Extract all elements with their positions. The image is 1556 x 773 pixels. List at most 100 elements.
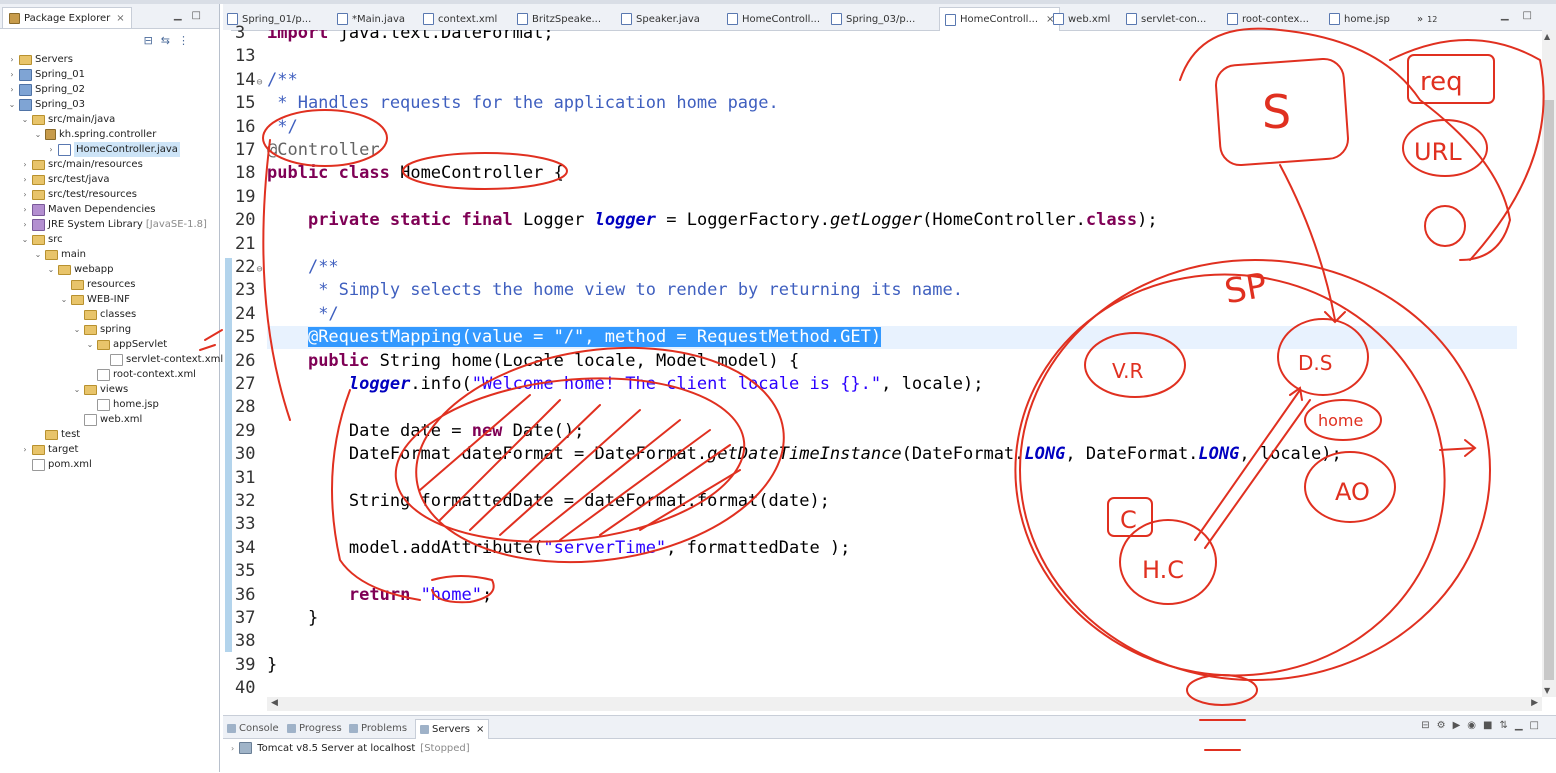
tree-item[interactable]: › JRE System Library [JavaSE-1.8] xyxy=(21,217,207,232)
tree-item[interactable]: ⌄ main xyxy=(34,247,86,262)
editor-tab[interactable]: servlet-con... xyxy=(1126,8,1206,30)
bottom-tab-problems[interactable]: Problems xyxy=(349,719,407,738)
tree-expand-icon[interactable]: ⌄ xyxy=(47,262,55,277)
scroll-left-icon[interactable]: ◀ xyxy=(271,698,278,708)
code-line[interactable]: private static final Logger logger = Log… xyxy=(267,209,1158,232)
tree-item[interactable]: › target xyxy=(21,442,78,457)
tree-item[interactable]: root-context.xml xyxy=(86,367,196,382)
tree-item[interactable]: resources xyxy=(60,277,135,292)
tree-item[interactable]: › HomeController.java xyxy=(47,142,180,157)
tree-item[interactable]: classes xyxy=(73,307,136,322)
code-line[interactable]: public class HomeController { xyxy=(267,162,564,185)
tree-expand-icon[interactable]: ⌄ xyxy=(21,112,29,127)
tree-expand-icon[interactable]: ⌄ xyxy=(86,337,94,352)
code-line[interactable]: */ xyxy=(267,116,297,139)
editor-tab[interactable]: *Main.java xyxy=(337,8,405,30)
bottom-tab-progress[interactable]: Progress xyxy=(287,719,342,738)
scroll-right-icon[interactable]: ▶ xyxy=(1531,698,1538,708)
tree-expand-icon[interactable]: ⌄ xyxy=(21,232,29,247)
code-line[interactable]: * Handles requests for the application h… xyxy=(267,92,779,115)
editor-tab[interactable]: BritzSpeake... xyxy=(517,8,601,30)
scrollbar-thumb[interactable] xyxy=(1544,100,1554,680)
close-icon[interactable]: × xyxy=(116,13,124,24)
code-line[interactable]: logger.info("Welcome home! The client lo… xyxy=(267,373,984,396)
code-line[interactable]: public String home(Locale locale, Model … xyxy=(267,350,799,373)
tree-item[interactable]: ⌄ views xyxy=(73,382,129,397)
scroll-up-icon[interactable]: ▲ xyxy=(1544,32,1550,41)
tree-item[interactable]: › Maven Dependencies xyxy=(21,202,156,217)
start-icon[interactable]: ▶ xyxy=(1453,720,1468,731)
tree-item[interactable]: › Spring_01 xyxy=(8,67,85,82)
tree-expand-icon[interactable]: › xyxy=(21,172,29,187)
fold-toggle-icon[interactable]: ⊖ xyxy=(256,264,262,275)
tree-item[interactable]: ⌄ src xyxy=(21,232,63,247)
code-line[interactable]: @RequestMapping(value = "/", method = Re… xyxy=(267,326,882,349)
editor-window-buttons[interactable]: ▁□ xyxy=(1501,10,1546,21)
expand-arrow-icon[interactable]: › xyxy=(231,744,234,753)
code-line[interactable]: } xyxy=(267,654,277,677)
minimize-icon[interactable]: ▁ xyxy=(1515,720,1530,731)
fold-toggle-icon[interactable]: ⊖ xyxy=(256,77,262,88)
tree-expand-icon[interactable]: ⌄ xyxy=(73,322,81,337)
tree-item[interactable]: pom.xml xyxy=(21,457,92,472)
tree-expand-icon[interactable]: ⌄ xyxy=(8,97,16,112)
tree-item[interactable]: test xyxy=(34,427,80,442)
stop-icon[interactable]: ■ xyxy=(1483,720,1499,731)
tree-item[interactable]: › Servers xyxy=(8,52,73,67)
editor-tab[interactable]: root-contex... xyxy=(1227,8,1309,30)
editor-tab[interactable]: Spring_03/p... xyxy=(831,8,915,30)
code-line[interactable]: * Simply selects the home view to render… xyxy=(267,279,963,302)
code-line[interactable]: import java.text.DateFormat; xyxy=(267,30,554,45)
tree-item[interactable]: ⌄ spring xyxy=(73,322,132,337)
tree-expand-icon[interactable]: ⌄ xyxy=(73,382,81,397)
close-icon[interactable]: × xyxy=(476,724,484,735)
tree-expand-icon[interactable]: › xyxy=(21,157,29,172)
publish-icon[interactable]: ⇅ xyxy=(1499,720,1514,731)
tree-expand-icon[interactable]: › xyxy=(8,67,16,82)
package-explorer-tab[interactable]: Package Explorer × xyxy=(2,7,132,28)
tree-expand-icon[interactable]: › xyxy=(21,202,29,217)
vertical-scrollbar[interactable]: ▲ ▼ xyxy=(1542,30,1556,697)
editor-tab[interactable]: Speaker.java xyxy=(621,8,700,30)
maximize-icon[interactable]: □ xyxy=(1530,720,1546,731)
bottom-tab-console[interactable]: Console xyxy=(227,719,279,738)
tree-expand-icon[interactable]: › xyxy=(8,82,16,97)
tree-item[interactable]: › Spring_02 xyxy=(8,82,85,97)
editor-tab[interactable]: web.xml xyxy=(1053,8,1110,30)
code-area[interactable]: import java.text.DateFormat; /** * Handle… xyxy=(267,30,1517,697)
code-line[interactable]: String formattedDate = dateFormat.format… xyxy=(267,490,830,513)
view-menu-icon[interactable]: ⋮ xyxy=(178,34,189,47)
server-entry[interactable]: › Tomcat v8.5 Server at localhost [Stopp… xyxy=(231,742,470,754)
tree-expand-icon[interactable]: ⌄ xyxy=(60,292,68,307)
editor-tab[interactable]: context.xml xyxy=(423,8,497,30)
tree-item[interactable]: › src/test/resources xyxy=(21,187,137,202)
tree-item[interactable]: ⌄ src/main/java xyxy=(21,112,116,127)
tree-item[interactable]: ⌄ Spring_03 xyxy=(8,97,85,112)
scroll-down-icon[interactable]: ▼ xyxy=(1544,686,1550,695)
editor-tab[interactable]: HomeControll... × xyxy=(939,7,1061,31)
tree-expand-icon[interactable]: › xyxy=(8,52,16,67)
code-line[interactable]: /** xyxy=(267,69,298,92)
code-line[interactable]: } xyxy=(267,607,318,630)
code-line[interactable]: @Controller xyxy=(267,139,380,162)
tree-expand-icon[interactable]: › xyxy=(21,187,29,202)
tree-expand-icon[interactable]: ⌄ xyxy=(34,247,42,262)
editor-tab[interactable]: » 12 xyxy=(1417,8,1437,30)
tree-expand-icon[interactable]: › xyxy=(21,217,29,232)
bottom-tab-servers[interactable]: Servers × xyxy=(415,719,490,739)
tree-item[interactable]: ⌄ WEB-INF xyxy=(60,292,130,307)
editor-tab[interactable]: home.jsp xyxy=(1329,8,1390,30)
code-line[interactable]: */ xyxy=(267,303,338,326)
code-line[interactable]: model.addAttribute("serverTime", formatt… xyxy=(267,537,851,560)
link-with-editor-icon[interactable]: ⇆ xyxy=(161,34,170,47)
tree-item[interactable]: web.xml xyxy=(73,412,142,427)
collapse-icon[interactable]: ⊟ xyxy=(1421,720,1436,731)
tree-expand-icon[interactable]: › xyxy=(47,142,55,157)
minimize-icon[interactable]: ▁ xyxy=(1501,10,1523,21)
tree-item[interactable]: ⌄ appServlet xyxy=(86,337,168,352)
minimize-icon[interactable]: ▁ xyxy=(174,10,192,21)
servers-toolbar[interactable]: ⊟⚙▶◉■⇅▁□ xyxy=(1421,720,1546,731)
maximize-icon[interactable]: □ xyxy=(192,10,211,21)
tree-item[interactable]: home.jsp xyxy=(86,397,159,412)
tree-item[interactable]: › src/main/resources xyxy=(21,157,142,172)
